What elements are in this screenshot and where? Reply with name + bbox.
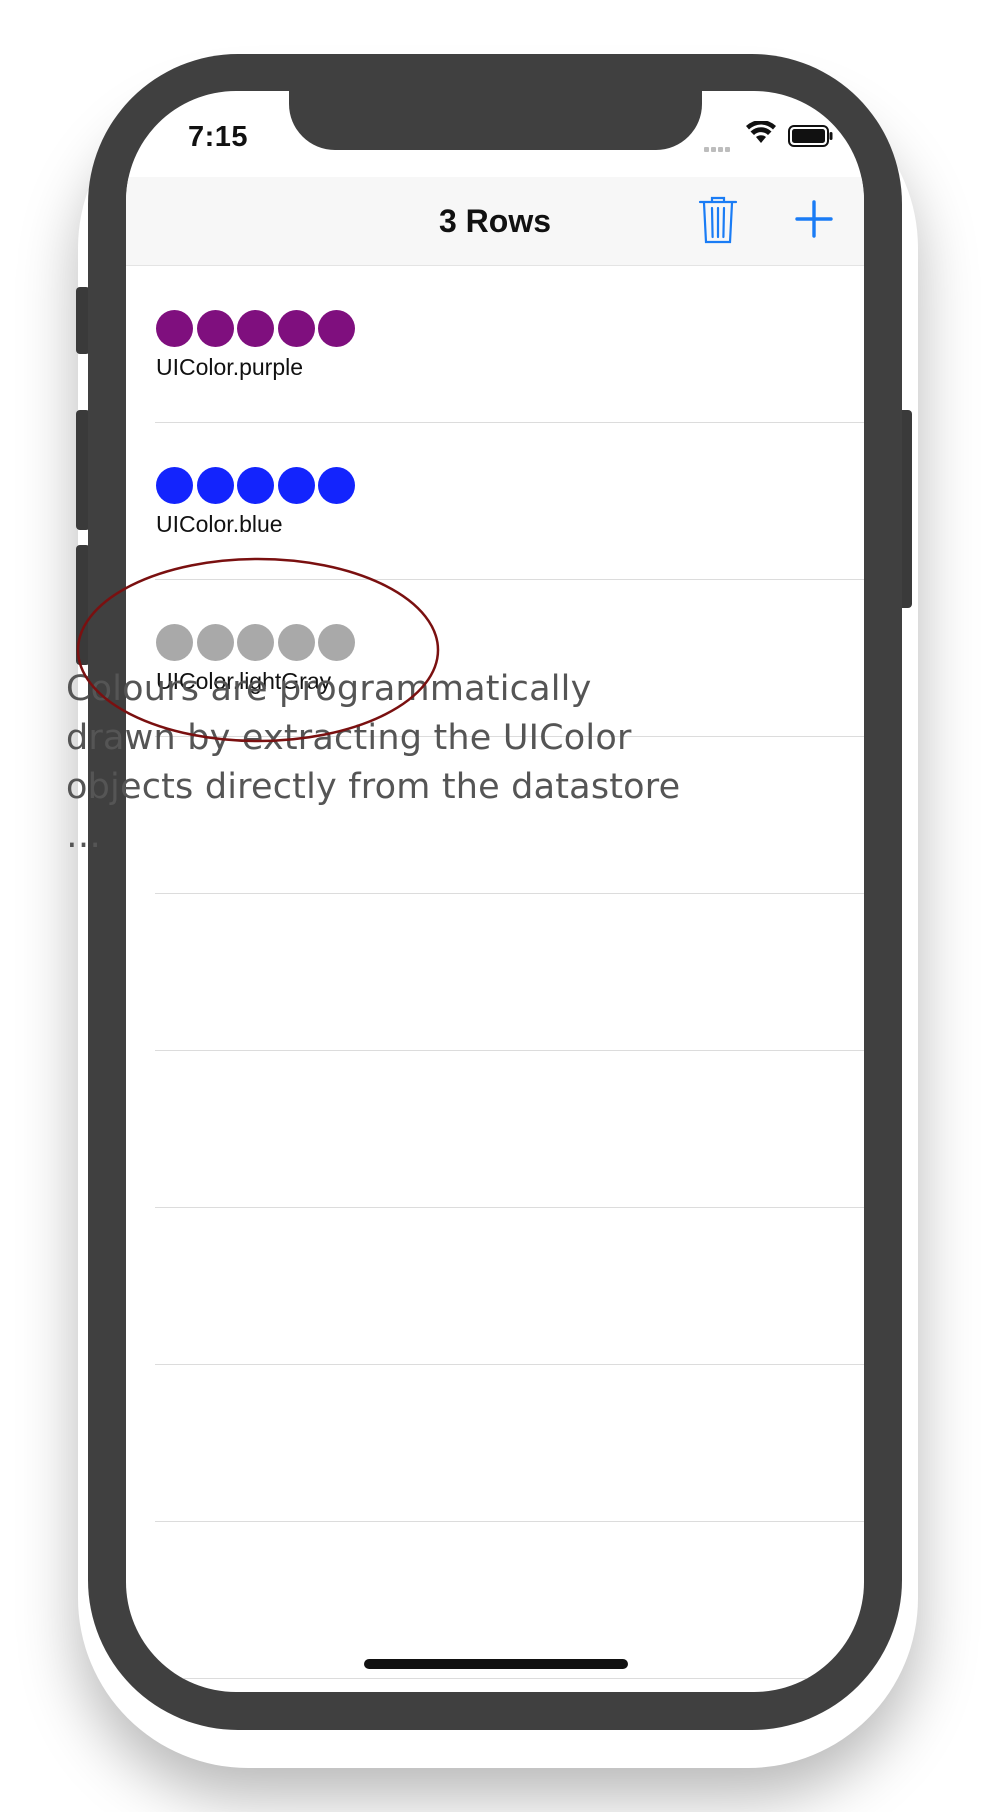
battery-icon xyxy=(788,125,833,147)
color-dot xyxy=(196,310,234,347)
table-row[interactable]: UIColor.blue xyxy=(126,423,864,580)
navigation-bar: 3 Rows xyxy=(126,177,864,266)
empty-table-row xyxy=(126,1522,864,1679)
status-time: 7:15 xyxy=(188,121,249,153)
annotation-text: Colours are programmatically drawn by ex… xyxy=(66,669,681,856)
row-label: UIColor.blue xyxy=(156,511,283,537)
color-dot xyxy=(156,310,193,347)
color-dot xyxy=(277,467,315,504)
wifi-icon xyxy=(746,121,776,143)
table-row[interactable]: UIColor.purple xyxy=(126,266,864,423)
color-dot xyxy=(318,624,355,661)
color-dot xyxy=(277,310,315,347)
phone-screen: 7:15 3 Rows UIColor.purple UIColor.blue … xyxy=(126,91,864,1692)
notch xyxy=(289,91,702,150)
color-swatches xyxy=(156,467,359,505)
row-label: UIColor.purple xyxy=(156,354,304,380)
color-dot xyxy=(318,467,355,504)
color-dot xyxy=(196,467,234,504)
empty-table-row xyxy=(126,1051,864,1208)
empty-table-row xyxy=(126,1208,864,1365)
color-dot xyxy=(318,310,355,347)
plus-icon[interactable] xyxy=(794,199,834,239)
color-table: UIColor.purple UIColor.blue UIColor.ligh… xyxy=(126,266,864,1679)
page-title: 3 Rows xyxy=(438,203,552,239)
home-indicator xyxy=(364,1659,628,1669)
color-dot xyxy=(277,624,315,661)
color-dot xyxy=(196,624,234,661)
color-dot xyxy=(237,310,274,347)
color-swatches xyxy=(156,624,359,662)
color-dot xyxy=(156,467,193,504)
cellular-signal-icon xyxy=(704,139,732,157)
trash-icon[interactable] xyxy=(698,195,738,245)
color-dot xyxy=(237,624,274,661)
empty-table-row xyxy=(126,1365,864,1522)
color-dot xyxy=(237,467,274,504)
empty-table-row xyxy=(126,894,864,1051)
color-swatches xyxy=(156,310,359,348)
color-dot xyxy=(156,624,193,661)
